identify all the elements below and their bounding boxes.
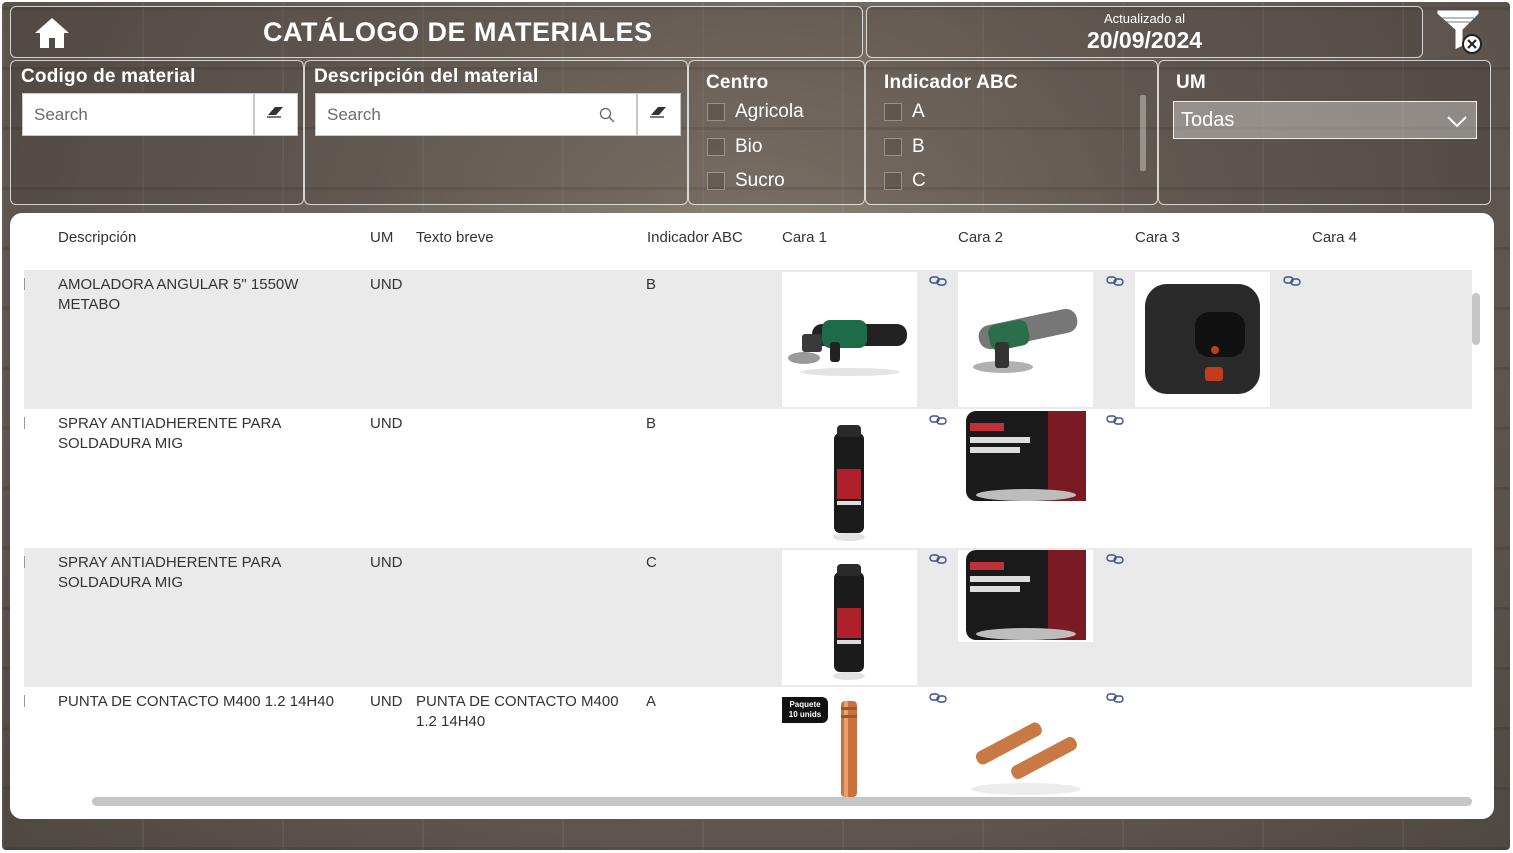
spray-can-image <box>782 411 917 546</box>
centro-option-label: Agricola <box>735 101 804 122</box>
column-header-um[interactable]: UM <box>370 229 393 246</box>
contact-tips-image <box>958 689 1093 797</box>
search-icon[interactable] <box>592 100 622 130</box>
chevron-down-icon <box>1446 111 1468 131</box>
table-row[interactable]: AMOLADORA ANGULAR 5" 1550W METABO UND B <box>24 270 1472 409</box>
abc-option-label: C <box>912 170 926 191</box>
row-marker <box>24 695 25 707</box>
link-icon[interactable] <box>1106 274 1124 286</box>
descripcion-clear-button[interactable] <box>637 93 681 136</box>
cell-texto-breve: PUNTA DE CONTACTO M400 1.2 14H40 <box>416 693 619 730</box>
checkbox[interactable] <box>707 172 725 190</box>
page-title: CATÁLOGO DE MATERIALES <box>263 17 653 47</box>
table-row[interactable]: SPRAY ANTIADHERENTE PARA SOLDADURA MIG U… <box>24 548 1472 687</box>
codigo-search-input[interactable] <box>34 104 255 125</box>
codigo-filter-label: Codigo de material <box>21 66 196 87</box>
centro-option-label: Bio <box>735 136 763 157</box>
link-icon[interactable] <box>929 274 947 286</box>
home-icon[interactable] <box>33 15 71 51</box>
column-header-texto-breve[interactable]: Texto breve <box>416 229 494 246</box>
abc-filter-panel: Indicador ABC A B C <box>865 60 1158 205</box>
cell-indicador-abc: B <box>646 276 657 293</box>
column-header-descripcion[interactable]: Descripción <box>58 229 136 246</box>
checkbox[interactable] <box>707 103 725 121</box>
date-value: 20/09/2024 <box>1086 27 1203 53</box>
centro-option-label: Sucro <box>735 170 785 191</box>
centro-filter-panel: Centro Agricola Bio Sucro <box>688 60 865 205</box>
cell-um: UND <box>370 415 403 432</box>
column-header-indicador-abc[interactable]: Indicador ABC <box>647 229 743 246</box>
cell-descripcion: PUNTA DE CONTACTO M400 1.2 14H40 <box>58 693 334 710</box>
link-icon[interactable] <box>929 691 947 703</box>
abc-option-b[interactable]: B <box>884 136 925 158</box>
descripcion-search-box <box>315 93 637 136</box>
date-caption: Actualizado al <box>1104 11 1185 26</box>
cell-um: UND <box>370 693 403 710</box>
descripcion-search-input[interactable] <box>327 104 592 125</box>
eraser-icon <box>649 104 669 125</box>
column-header-cara-1[interactable]: Cara 1 <box>782 229 827 246</box>
checkbox[interactable] <box>884 172 902 190</box>
codigo-filter-panel: Codigo de material <box>10 60 304 205</box>
link-icon[interactable] <box>1106 691 1124 703</box>
descripcion-filter-label: Descripción del material <box>314 66 539 87</box>
table-row[interactable]: PUNTA DE CONTACTO M400 1.2 14H40 UND PUN… <box>24 687 1472 797</box>
vertical-scrollbar[interactable] <box>1472 293 1480 345</box>
materials-table: Descripción UM Texto breve Indicador ABC… <box>10 213 1494 819</box>
spray-can-label-image <box>958 411 1093 503</box>
checkbox[interactable] <box>884 103 902 121</box>
column-header-cara-4[interactable]: Cara 4 <box>1312 229 1357 246</box>
cell-descripcion: SPRAY ANTIADHERENTE PARA SOLDADURA MIG <box>58 415 281 452</box>
link-icon[interactable] <box>1283 274 1301 286</box>
checkbox[interactable] <box>707 138 725 156</box>
cell-indicador-abc: B <box>646 415 657 432</box>
um-filter-label: UM <box>1176 72 1206 93</box>
cell-descripcion: SPRAY ANTIADHERENTE PARA SOLDADURA MIG <box>58 554 281 591</box>
row-marker <box>24 556 25 568</box>
title-bar: CATÁLOGO DE MATERIALES <box>10 6 863 58</box>
column-header-cara-2[interactable]: Cara 2 <box>958 229 1003 246</box>
column-header-cara-3[interactable]: Cara 3 <box>1135 229 1180 246</box>
clear-filters-icon[interactable] <box>1434 6 1486 56</box>
angle-grinder-image <box>958 272 1093 407</box>
um-filter-panel: UM Todas <box>1158 60 1491 205</box>
eraser-icon <box>266 104 286 125</box>
table-row[interactable]: SPRAY ANTIADHERENTE PARA SOLDADURA MIG U… <box>24 409 1472 548</box>
abc-filter-label: Indicador ABC <box>884 72 1018 93</box>
update-date-box: Actualizado al 20/09/2024 <box>866 6 1423 58</box>
um-dropdown[interactable]: Todas <box>1173 101 1477 139</box>
link-icon[interactable] <box>929 552 947 564</box>
centro-option-agricola[interactable]: Agricola <box>707 101 804 123</box>
row-marker <box>24 417 25 429</box>
link-icon[interactable] <box>1106 413 1124 425</box>
centro-option-bio[interactable]: Bio <box>707 136 762 158</box>
descripcion-filter-panel: Descripción del material <box>304 60 688 205</box>
cell-indicador-abc: C <box>646 554 657 571</box>
centro-option-sucro[interactable]: Sucro <box>707 170 785 192</box>
abc-option-label: B <box>912 136 925 157</box>
spray-can-image <box>782 550 917 685</box>
codigo-search-box <box>22 93 271 136</box>
abc-option-c[interactable]: C <box>884 170 926 192</box>
um-selected-value: Todas <box>1181 108 1235 131</box>
spray-can-label-image <box>958 550 1093 642</box>
abc-scrollbar[interactable] <box>1140 95 1146 171</box>
cell-um: UND <box>370 276 403 293</box>
row-marker <box>24 278 25 290</box>
link-icon[interactable] <box>929 413 947 425</box>
centro-filter-label: Centro <box>706 72 769 93</box>
contact-tip-image: Paquete 10 unids <box>782 689 917 797</box>
cell-indicador-abc: A <box>646 693 657 710</box>
angle-grinder-image <box>1135 272 1270 407</box>
cell-um: UND <box>370 554 403 571</box>
link-icon[interactable] <box>1106 552 1124 564</box>
cell-descripcion: AMOLADORA ANGULAR 5" 1550W METABO <box>58 276 299 313</box>
abc-option-label: A <box>912 101 925 122</box>
horizontal-scrollbar[interactable] <box>92 797 1472 806</box>
codigo-clear-button[interactable] <box>254 93 298 136</box>
checkbox[interactable] <box>884 138 902 156</box>
abc-option-a[interactable]: A <box>884 101 925 123</box>
angle-grinder-image <box>782 272 917 407</box>
